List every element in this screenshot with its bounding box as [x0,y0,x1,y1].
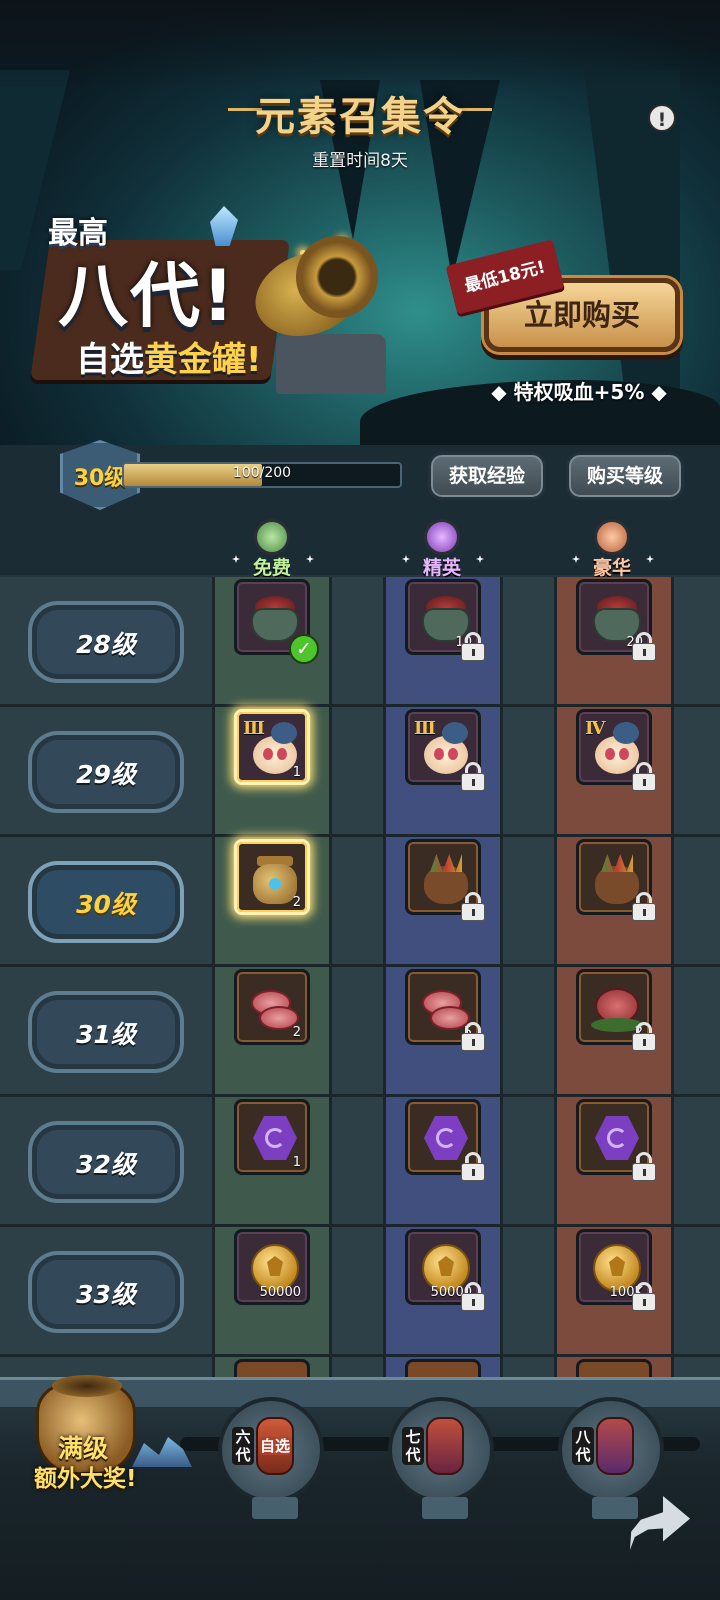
reward-cell-elite[interactable]: 1 [405,1099,485,1181]
lock-icon [460,632,486,662]
reward-grid: 28级✓102029级Ⅲ1ⅢⅣ30级21131级25232级11133级5000… [0,577,720,1377]
milestone-footer: 满级 额外大奖! 六代 自选 七代 八代 [0,1375,720,1600]
lock-icon [631,892,657,922]
tier-elite-header: 精英 [394,515,490,579]
info-icon[interactable]: ! [648,104,676,132]
milestone-gen6[interactable]: 六代 自选 [218,1397,324,1519]
reward-cell-luxury[interactable]: Ⅳ [576,709,656,791]
battle-pass-screen: 元素召集令 重置时间8天 ! 最高 八代! 自选黄金罐! 立即购买 最低18元!… [0,0,720,1600]
tier-elite-label: 精英 [422,557,461,579]
promo-line: 自选黄金罐! [76,340,262,380]
lock-icon [631,1152,657,1182]
tier-luxury-header: 豪华 [564,515,660,579]
level-label: 33级 [76,1280,136,1309]
purple-gem-icon [424,519,460,555]
reward-row: 32级 1 1 1 [0,1097,720,1227]
reward-quantity: 2 [292,895,301,910]
reward-cell-elite[interactable]: 50000 [405,1229,485,1311]
reward-cell-luxury[interactable]: 20 [576,579,656,661]
milestone-sub-label: 自选 [260,1437,291,1455]
lock-icon [460,1152,486,1182]
level-label: 30级 [76,890,136,919]
promo-main-text: 八代! [58,255,236,337]
current-level: 30级 [73,466,127,491]
reward-row: 28级 ✓ 10 20 [0,577,720,707]
milestone-gen7[interactable]: 七代 [388,1397,494,1519]
lock-icon [460,892,486,922]
reward-quantity: 1 [292,1155,301,1170]
exp-progress-text: 100/200 [232,465,292,481]
reward-cell-elite[interactable]: 10 [405,579,485,661]
reward-cell-luxury[interactable]: 100K [576,1229,656,1311]
share-arrow-icon[interactable] [630,1496,690,1550]
orange-gem-icon [594,519,630,555]
reward-row: 33级 50000 50000 100K [0,1227,720,1357]
reward-cell-elite[interactable]: 1 [405,839,485,921]
level-label: 29级 [76,760,136,789]
milestone-gen-label: 七代 [402,1427,424,1465]
milestone-gen8[interactable]: 八代 [558,1397,664,1519]
reward-row: 29级 Ⅲ 1 Ⅲ Ⅳ [0,707,720,837]
tier-roman-numeral: Ⅲ [414,718,436,739]
reward-cell-free[interactable]: 1 [234,1099,310,1175]
reward-quantity: 50000 [259,1285,301,1300]
lock-icon [631,762,657,792]
tier-free-header: 免费 [224,515,320,579]
lock-icon [631,632,657,662]
lock-icon [460,762,486,792]
level-label: 32级 [76,1150,136,1179]
milestone-gen-label: 八代 [572,1427,594,1465]
reward-cell-free[interactable]: 2 [234,839,310,915]
pot-icon [249,592,301,644]
event-title: 元素召集令 [255,93,465,140]
jar-icon [426,1417,464,1475]
tier-free-label: 免费 [252,557,291,579]
checkmark-icon: ✓ [289,634,319,664]
privilege-text: ◆ 特权吸血+5% ◆ [491,380,667,404]
reward-row: 30级 2 1 1 [0,837,720,967]
tier-roman-numeral: Ⅲ [243,718,265,739]
level-label: 28级 [76,630,136,659]
next-reward-elite[interactable] [405,1359,481,1377]
get-exp-button[interactable]: 获取经验 [428,452,546,500]
level-label: 31级 [76,1020,136,1049]
grand-prize-line2: 额外大奖! [34,1466,137,1492]
lock-icon [631,1022,657,1052]
milestone-gen-label: 六代 [232,1427,254,1465]
next-reward-free[interactable] [234,1359,310,1377]
reward-quantity: 2 [292,1025,301,1040]
reward-row: 31级 2 5 2 [0,967,720,1097]
reward-cell-elite[interactable]: 5 [405,969,485,1051]
reward-cell-luxury[interactable]: 1 [576,1099,656,1181]
lock-icon [631,1282,657,1312]
reward-cell-luxury[interactable]: 1 [576,839,656,921]
crystal-rocks-icon [132,1437,192,1467]
exp-progress-bar: 100/200 [122,462,402,488]
tier-roman-numeral: Ⅳ [585,718,606,739]
next-reward-luxury[interactable] [576,1359,652,1377]
event-banner: 元素召集令 重置时间8天 ! 最高 八代! 自选黄金罐! 立即购买 最低18元!… [0,0,720,445]
reward-cell-elite[interactable]: Ⅲ [405,709,485,791]
reward-cell-free[interactable]: 50000 [234,1229,310,1305]
lock-icon [460,1282,486,1312]
reward-quantity: 1 [292,765,301,780]
max-level-grand-prize[interactable]: 满级 额外大奖! [14,1375,204,1517]
buy-level-button[interactable]: 购买等级 [566,452,684,500]
golden-cannon-icon [236,224,386,394]
reward-cell-free[interactable]: ✓ [234,579,319,664]
reward-cell-luxury[interactable]: 2 [576,969,656,1051]
green-gem-icon [254,519,290,555]
reward-cell-free[interactable]: Ⅲ1 [234,709,310,785]
reward-cell-free[interactable]: 2 [234,969,310,1045]
reset-timer: 重置时间8天 [312,151,408,171]
lock-icon [460,1022,486,1052]
jar-icon [596,1417,634,1475]
tier-luxury-label: 豪华 [592,557,631,579]
